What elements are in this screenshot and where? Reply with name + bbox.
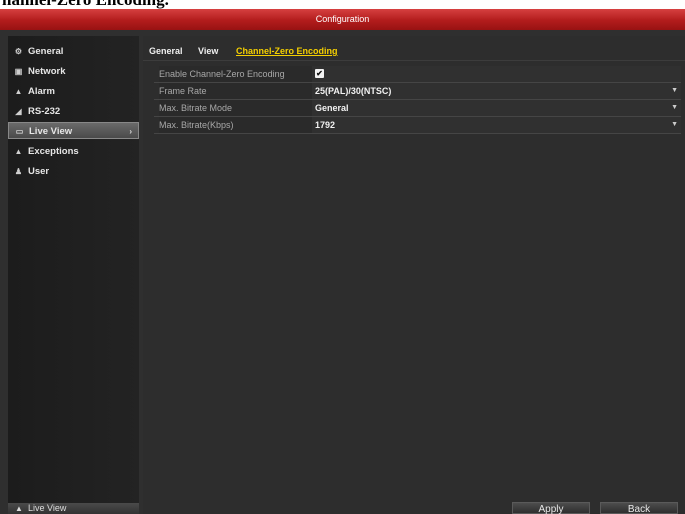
tab-general[interactable]: General bbox=[149, 46, 183, 56]
chevron-right-icon: › bbox=[129, 127, 132, 136]
serial-port-icon: ◢ bbox=[15, 107, 22, 116]
window-title: Configuration bbox=[0, 9, 685, 30]
up-arrow-icon: ▲ bbox=[15, 504, 23, 513]
sidebar-item-label: General bbox=[28, 46, 64, 57]
setting-label: Max. Bitrate(Kbps) bbox=[159, 117, 314, 133]
max-bitrate-dropdown[interactable]: 1792 ▼ bbox=[312, 117, 681, 133]
enable-channel-zero-checkbox[interactable]: ✔ bbox=[315, 69, 324, 78]
user-icon: ♟ bbox=[14, 167, 23, 176]
settings-table: Enable Channel-Zero Encoding ✔ Frame Rat… bbox=[154, 66, 681, 134]
setting-label: Frame Rate bbox=[159, 83, 314, 99]
configuration-window: Configuration ⚙ General ▣ Network ▲ Alar… bbox=[0, 9, 685, 514]
sidebar-item-label: Live View bbox=[29, 126, 73, 137]
main-panel: General View Channel-Zero Encoding Enabl… bbox=[143, 36, 685, 514]
setting-label: Max. Bitrate Mode bbox=[159, 100, 314, 116]
warning-icon: ▲ bbox=[14, 147, 23, 156]
setting-row-max-bitrate: Max. Bitrate(Kbps) 1792 ▼ bbox=[154, 117, 681, 134]
live-view-shortcut-label: Live View bbox=[28, 503, 67, 513]
sidebar-item-label: User bbox=[28, 166, 50, 177]
sidebar-item-label: Network bbox=[28, 66, 66, 77]
setting-label: Enable Channel-Zero Encoding bbox=[159, 66, 314, 82]
gear-icon: ⚙ bbox=[14, 47, 23, 56]
document-heading: hannel-Zero Encoding. bbox=[0, 0, 169, 9]
back-button[interactable]: Back bbox=[600, 502, 678, 514]
network-icon: ▣ bbox=[14, 67, 23, 76]
chevron-down-icon: ▼ bbox=[671, 121, 678, 128]
setting-row-frame-rate: Frame Rate 25(PAL)/30(NTSC) ▼ bbox=[154, 83, 681, 100]
sidebar-item-rs232[interactable]: ◢ RS-232 bbox=[8, 103, 139, 120]
sidebar-item-label: Alarm bbox=[28, 86, 55, 97]
sidebar-item-user[interactable]: ♟ User bbox=[8, 163, 139, 180]
tab-view[interactable]: View bbox=[198, 46, 218, 56]
bitrate-mode-value: General bbox=[315, 103, 349, 113]
sidebar: ⚙ General ▣ Network ▲ Alarm ◢ RS-232 ▭ L… bbox=[8, 36, 139, 514]
sidebar-item-exceptions[interactable]: ▲ Exceptions bbox=[8, 143, 139, 160]
enable-channel-zero-field: ✔ bbox=[312, 66, 681, 82]
sidebar-item-network[interactable]: ▣ Network bbox=[8, 63, 139, 80]
setting-row-enable-channel-zero: Enable Channel-Zero Encoding ✔ bbox=[154, 66, 681, 83]
alarm-icon: ▲ bbox=[14, 87, 23, 96]
sidebar-item-label: RS-232 bbox=[28, 106, 61, 117]
tab-divider bbox=[143, 60, 685, 61]
live-view-shortcut-button[interactable]: ▲ Live View bbox=[8, 503, 139, 514]
sidebar-item-alarm[interactable]: ▲ Alarm bbox=[8, 83, 139, 100]
chevron-down-icon: ▼ bbox=[671, 104, 678, 111]
chevron-down-icon: ▼ bbox=[671, 87, 678, 94]
tab-channel-zero-encoding[interactable]: Channel-Zero Encoding bbox=[236, 46, 338, 56]
frame-rate-value: 25(PAL)/30(NTSC) bbox=[315, 86, 392, 96]
setting-row-bitrate-mode: Max. Bitrate Mode General ▼ bbox=[154, 100, 681, 117]
bitrate-mode-dropdown[interactable]: General ▼ bbox=[312, 100, 681, 116]
sidebar-item-live-view[interactable]: ▭ Live View › bbox=[8, 122, 139, 139]
sidebar-item-general[interactable]: ⚙ General bbox=[8, 43, 139, 60]
monitor-icon: ▭ bbox=[15, 127, 24, 136]
frame-rate-dropdown[interactable]: 25(PAL)/30(NTSC) ▼ bbox=[312, 83, 681, 99]
max-bitrate-value: 1792 bbox=[315, 120, 336, 130]
apply-button[interactable]: Apply bbox=[512, 502, 590, 514]
sidebar-item-label: Exceptions bbox=[28, 146, 79, 157]
